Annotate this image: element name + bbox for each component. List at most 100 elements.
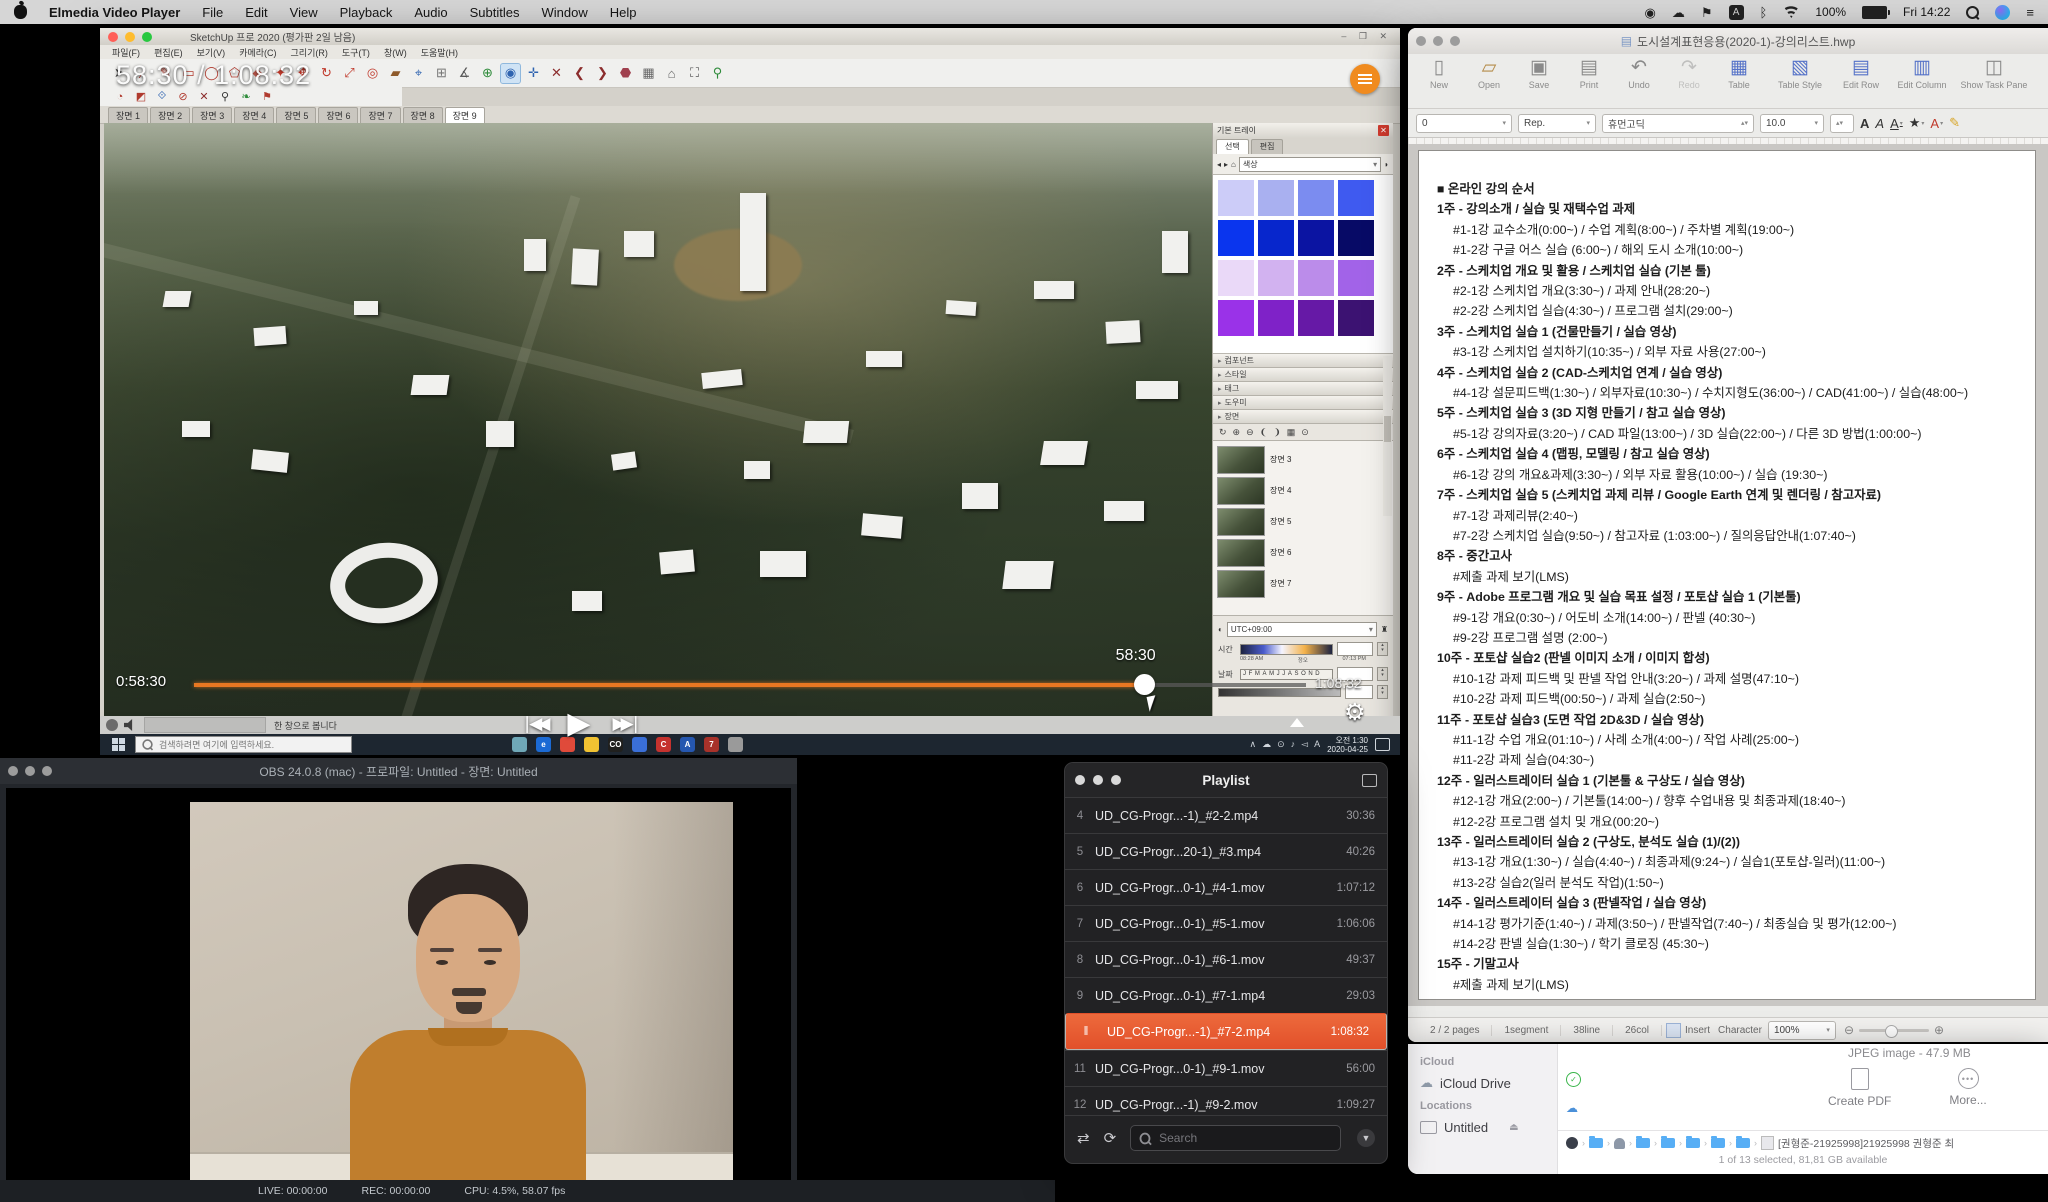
cloud-icon[interactable]: ☁ bbox=[1672, 6, 1685, 19]
icloud-download-icon[interactable]: ☁ bbox=[1566, 1101, 1581, 1115]
style-select[interactable]: 0▾ bbox=[1416, 114, 1512, 133]
sketchup-menu-item[interactable]: 편집(E) bbox=[154, 46, 183, 59]
size-stepper[interactable]: ▴▾ bbox=[1830, 114, 1854, 133]
color-swatch[interactable] bbox=[1218, 260, 1254, 296]
materials-dropdown[interactable]: 색상▾ bbox=[1239, 157, 1381, 172]
zoom-select[interactable]: 100%▾ bbox=[1768, 1021, 1836, 1040]
folder-icon[interactable] bbox=[1661, 1138, 1675, 1148]
playlist-row[interactable]: 9 UD_CG-Progr...0-1)_#7-1.mp4 29:03 bbox=[1065, 977, 1387, 1013]
wifi-icon[interactable] bbox=[1783, 6, 1799, 18]
brightness-stepper[interactable]: ▴▾ bbox=[1377, 685, 1388, 699]
tray-icon[interactable]: A bbox=[1314, 739, 1320, 750]
sketchup-tool-icon[interactable]: ⊞ bbox=[432, 64, 451, 83]
scene-tab[interactable]: 장면 4 bbox=[234, 107, 274, 123]
sketchup-tool-icon[interactable]: ⊕ bbox=[478, 64, 497, 83]
eject-icon[interactable]: ⏏ bbox=[1509, 1122, 1518, 1133]
home-icon[interactable]: ⌂ bbox=[1231, 160, 1236, 169]
font-color-button[interactable]: A▾ bbox=[1930, 116, 1943, 131]
sketchup-tool-icon[interactable]: ⚲ bbox=[708, 64, 727, 83]
color-swatch[interactable] bbox=[1298, 260, 1334, 296]
tray-tab-select[interactable]: 선택 bbox=[1216, 139, 1249, 154]
battery-icon[interactable] bbox=[1862, 6, 1887, 19]
sketchup-menu-item[interactable]: 보기(V) bbox=[197, 46, 226, 59]
scene-tab[interactable]: 장면 7 bbox=[360, 107, 400, 123]
hwp-toolbar-button[interactable]: ▧ Table Style bbox=[1764, 58, 1836, 90]
hwp-page[interactable]: ■ 온라인 강의 순서1주 - 강의소개 / 실습 및 재택수업 과제#1-1강… bbox=[1418, 150, 2036, 1000]
sidebar-item-untitled[interactable]: Untitled ⏏ bbox=[1420, 1116, 1557, 1138]
tray-icon[interactable]: ↻ bbox=[1219, 427, 1227, 438]
scene-thumbnail-item[interactable]: 장면 7 bbox=[1217, 568, 1389, 599]
menu-item[interactable]: File bbox=[202, 5, 223, 20]
time-stepper[interactable]: ▴▾ bbox=[1377, 642, 1388, 656]
font-size-select[interactable]: 10.0▾ bbox=[1760, 114, 1824, 133]
bluetooth-icon[interactable]: ᛒ bbox=[1760, 6, 1768, 19]
sketchup-tool-icon[interactable]: ⌂ bbox=[662, 64, 681, 83]
color-swatch[interactable] bbox=[1338, 260, 1374, 296]
playlist-row[interactable]: 5 UD_CG-Progr...20-1)_#3.mp4 40:26 bbox=[1065, 833, 1387, 869]
sketchup-tool-icon[interactable]: ✛ bbox=[524, 64, 543, 83]
next-track-button[interactable]: ▶▶❘ bbox=[612, 714, 637, 734]
taskbar-clock[interactable]: 오전 1:30 2020-04-25 bbox=[1327, 736, 1368, 754]
hwp-toolbar-button[interactable]: ◫ Show Task Pane bbox=[1958, 58, 2030, 90]
tray-section-bar[interactable]: ▸도우미▾ bbox=[1213, 396, 1393, 410]
color-swatch[interactable] bbox=[1258, 260, 1294, 296]
scene-tab[interactable]: 장면 3 bbox=[192, 107, 232, 123]
scene-thumbnail-item[interactable]: 장면 4 bbox=[1217, 475, 1389, 506]
folder-icon[interactable] bbox=[1636, 1138, 1650, 1148]
notification-center-icon[interactable]: ≡ bbox=[2026, 6, 2034, 19]
path-file-name[interactable]: [권형준-21925998]21925998 권형준 최 bbox=[1778, 1136, 1954, 1151]
color-swatch[interactable] bbox=[1298, 220, 1334, 256]
tray-icon[interactable]: ◅ bbox=[1301, 739, 1308, 750]
apple-menu-icon[interactable] bbox=[14, 5, 27, 19]
shuffle-icon[interactable]: ⇄ bbox=[1077, 1129, 1090, 1147]
spotlight-icon[interactable] bbox=[1966, 6, 1979, 19]
shadow-toggle-icon[interactable]: ♜ bbox=[1381, 625, 1388, 634]
zoom-in-icon[interactable]: ⊕ bbox=[1934, 1023, 1944, 1037]
swatch-scrollbar[interactable] bbox=[1383, 356, 1392, 516]
tray-icon[interactable]: ∧ bbox=[1250, 739, 1257, 750]
disk-icon[interactable] bbox=[1566, 1137, 1578, 1149]
hwp-toolbar-button[interactable]: ↶ Undo bbox=[1614, 58, 1664, 90]
effects-button[interactable]: ★▾ bbox=[1909, 115, 1925, 131]
date-stepper[interactable]: ▴▾ bbox=[1377, 667, 1388, 681]
tray-section-bar[interactable]: ▸컴포넌트▾ bbox=[1213, 354, 1393, 368]
tray-icon[interactable]: ⊙ bbox=[1277, 739, 1285, 750]
tray-tab-edit[interactable]: 편집 bbox=[1251, 139, 1284, 154]
sketchup-title-bar[interactable]: SketchUp 프로 2020 (평가판 2일 남음) – ❐ ✕ bbox=[100, 28, 1400, 45]
menu-item[interactable]: Window bbox=[541, 5, 587, 20]
tray-close-icon[interactable]: ✕ bbox=[1378, 125, 1389, 136]
color-swatch[interactable] bbox=[1338, 300, 1374, 336]
hwp-toolbar-button[interactable]: ▣ Save bbox=[1514, 58, 1564, 90]
tray-section-bar[interactable]: ▸장면▾ bbox=[1213, 410, 1393, 424]
timezone-dropdown[interactable]: UTC+09:00▾ bbox=[1227, 622, 1377, 637]
tray-icon[interactable]: ♪ bbox=[1291, 739, 1296, 750]
chevron-down-icon[interactable]: ▼ bbox=[1357, 1129, 1375, 1147]
hwp-toolbar-button[interactable]: ▯ New bbox=[1414, 58, 1464, 90]
color-swatch[interactable] bbox=[1218, 180, 1254, 216]
zoom-out-icon[interactable]: ⊖ bbox=[1844, 1023, 1854, 1037]
playlist-row[interactable]: 4 UD_CG-Progr...-1)_#2-2.mp4 30:36 bbox=[1065, 797, 1387, 833]
taskbar-app-icon[interactable]: C bbox=[656, 737, 671, 752]
color-swatch[interactable] bbox=[1338, 220, 1374, 256]
underline-button[interactable]: A▾ bbox=[1890, 116, 1903, 131]
scene-thumbnail-item[interactable]: 장면 6 bbox=[1217, 537, 1389, 568]
pip-window-icon[interactable] bbox=[1362, 774, 1377, 787]
hwp-toolbar-button[interactable]: ▦ Table bbox=[1714, 58, 1764, 90]
scene-tab[interactable]: 장면 1 bbox=[108, 107, 148, 123]
tray-icon[interactable]: ❩ bbox=[1273, 427, 1281, 438]
sketchup-menu-item[interactable]: 도구(T) bbox=[342, 46, 370, 59]
3d-viewport[interactable] bbox=[104, 123, 1212, 716]
playlist-row[interactable]: 8 UD_CG-Progr...0-1)_#6-1.mov 49:37 bbox=[1065, 941, 1387, 977]
sketchup-tool-icon[interactable]: ▰ bbox=[386, 64, 405, 83]
tray-icon[interactable]: ⊙ bbox=[1301, 427, 1309, 438]
close-button[interactable] bbox=[1075, 775, 1085, 785]
obs-title-bar[interactable]: OBS 24.0.8 (mac) - 프로파일: Untitled - 장면: … bbox=[0, 758, 797, 784]
close-button[interactable] bbox=[8, 766, 18, 776]
taskbar-app-icon[interactable]: 7 bbox=[704, 737, 719, 752]
scene-tab[interactable]: 장면 5 bbox=[276, 107, 316, 123]
bookmark-icon[interactable]: ⚑ bbox=[1701, 6, 1713, 19]
rep-select[interactable]: Rep.▾ bbox=[1518, 114, 1596, 133]
windows-start-icon[interactable] bbox=[112, 738, 125, 751]
time-field[interactable] bbox=[1337, 642, 1373, 656]
zoom-button[interactable] bbox=[42, 766, 52, 776]
